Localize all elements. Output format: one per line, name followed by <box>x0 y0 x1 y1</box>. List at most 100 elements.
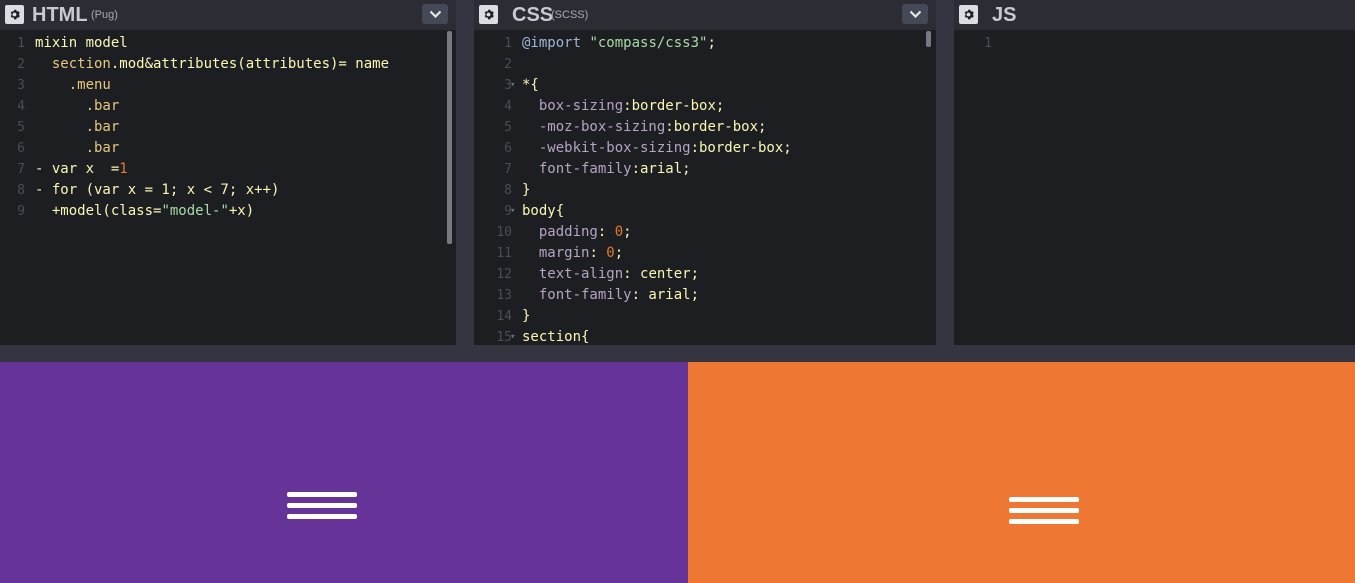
code-token: - for (var x = 1; x < 7; x++) <box>35 182 280 198</box>
line-number: 8 <box>17 183 25 198</box>
code-token: : arial; <box>631 287 700 303</box>
code-text: margin: 0; <box>522 243 623 264</box>
code-text: text-align: center; <box>522 264 699 285</box>
line-number: 1 <box>984 36 992 51</box>
line-number: 12 <box>496 267 512 282</box>
code-token: .bar <box>35 98 120 114</box>
code-text: +model(class="model-"+x) <box>35 201 254 222</box>
code-line: 4 box-sizing:border-box; <box>474 96 936 117</box>
code-text: font-family: arial; <box>522 285 699 306</box>
code-token: 0 <box>606 245 615 261</box>
code-token: .bar <box>35 119 120 135</box>
code-line: 2 <box>474 54 936 75</box>
code-line: 5 -moz-box-sizing:border-box; <box>474 117 936 138</box>
code-text: font-family:arial; <box>522 159 691 180</box>
css-code-editor[interactable]: 1 @import "compass/css3"; 2 3 ▾ *{4 box-sizin… <box>474 33 936 345</box>
fold-arrow-icon[interactable]: ▾ <box>510 327 515 345</box>
panel-title: HTML <box>32 4 88 26</box>
code-line: 1 mixin model <box>0 33 456 54</box>
panel-title: JS <box>992 4 1017 26</box>
css-editor-panel: CSS (SCSS) 1 @import "compass/css3"; 2 3 ▾ *{… <box>474 0 936 345</box>
panel-subtitle: (Pug) <box>91 9 118 21</box>
css-js-resizer[interactable] <box>936 0 954 345</box>
code-token: @import <box>522 35 582 51</box>
chevron-down-icon[interactable] <box>902 4 928 24</box>
code-line: 7 - var x =1 <box>0 159 456 180</box>
code-token: } <box>522 182 531 198</box>
menu-bar <box>287 514 357 519</box>
result-resizer[interactable] <box>0 345 1355 362</box>
code-text: mixin model <box>35 33 128 54</box>
html-code-editor[interactable]: 1 mixin model 2 section.mod&attributes(att… <box>0 33 456 222</box>
code-line: 6 .bar <box>0 138 456 159</box>
code-token: margin <box>522 245 590 261</box>
panel-title: CSS <box>512 4 554 26</box>
js-editor-panel: JS 1 <box>954 0 1355 345</box>
gear-icon[interactable] <box>5 5 24 24</box>
line-number: 6 <box>17 141 25 156</box>
code-token: section{ <box>522 329 590 345</box>
line-number: 6 <box>504 141 512 156</box>
code-text: padding: 0; <box>522 222 632 243</box>
editors-area: HTML (Pug) 1 mixin model 2 section.mod&att… <box>0 0 1355 345</box>
fold-arrow-icon[interactable]: ▾ <box>510 75 515 96</box>
code-token: mixin model <box>35 35 128 51</box>
gear-icon[interactable] <box>479 5 498 24</box>
line-number: 10 <box>496 225 512 240</box>
result-preview <box>0 362 1355 583</box>
js-code-editor[interactable]: 1 <box>954 33 1355 54</box>
code-line: 9 +model(class="model-"+x) <box>0 201 456 222</box>
code-line: 1 @import "compass/css3"; <box>474 33 936 54</box>
code-token: : <box>597 224 615 240</box>
code-line: 5 .bar <box>0 117 456 138</box>
code-token: } <box>522 308 531 324</box>
code-token: 0 <box>614 224 624 240</box>
line-number: 7 <box>504 162 512 177</box>
menu-bar <box>287 503 357 508</box>
code-token: ; <box>707 35 716 51</box>
code-token: padding <box>522 224 598 240</box>
code-text: section{ <box>522 327 589 345</box>
code-line: 8} <box>474 180 936 201</box>
fold-arrow-icon[interactable]: ▾ <box>510 201 515 222</box>
line-number: 9 <box>504 204 512 219</box>
code-token: "compass/css3" <box>581 35 708 51</box>
code-token: : center; <box>623 266 700 282</box>
menu-bar <box>1009 519 1079 524</box>
html-editor-panel: HTML (Pug) 1 mixin model 2 section.mod&att… <box>0 0 456 345</box>
line-number: 4 <box>17 99 25 114</box>
menu-bar <box>287 492 357 497</box>
code-text: } <box>522 306 530 327</box>
code-token: section <box>35 56 111 72</box>
code-text: .bar <box>35 96 120 117</box>
gear-icon[interactable] <box>959 5 978 24</box>
css-editor-header: CSS (SCSS) <box>474 0 936 30</box>
code-token: 1 <box>119 161 128 177</box>
code-token: font-family <box>522 161 632 177</box>
menu-bar <box>1009 508 1079 513</box>
code-token: .bar <box>35 140 120 156</box>
code-text: *{ <box>522 75 539 96</box>
html-editor-scrollbar[interactable] <box>447 31 452 244</box>
hamburger-menu-icon <box>1009 497 1079 524</box>
line-number: 9 <box>17 204 25 219</box>
css-editor-scrollbar[interactable] <box>926 31 931 47</box>
html-css-resizer[interactable] <box>456 0 474 345</box>
model-tile <box>0 362 688 583</box>
html-editor-header: HTML (Pug) <box>0 0 456 30</box>
line-number: 1 <box>17 36 25 51</box>
code-token: :arial; <box>631 161 691 177</box>
code-token: -webkit-box-sizing <box>522 140 691 156</box>
menu-bar <box>1009 497 1079 502</box>
code-token: box-sizing <box>522 98 624 114</box>
code-token: - var x = <box>35 161 120 177</box>
code-line: 6 -webkit-box-sizing:border-box; <box>474 138 936 159</box>
line-number: 3 <box>17 78 25 93</box>
line-number: 1 <box>504 36 512 51</box>
code-text: } <box>522 180 530 201</box>
code-token: .menu <box>35 77 111 93</box>
line-number: 4 <box>504 99 512 114</box>
code-line: 9 ▾ body{ <box>474 201 936 222</box>
code-text: @import "compass/css3"; <box>522 33 716 54</box>
chevron-down-icon[interactable] <box>422 4 448 24</box>
